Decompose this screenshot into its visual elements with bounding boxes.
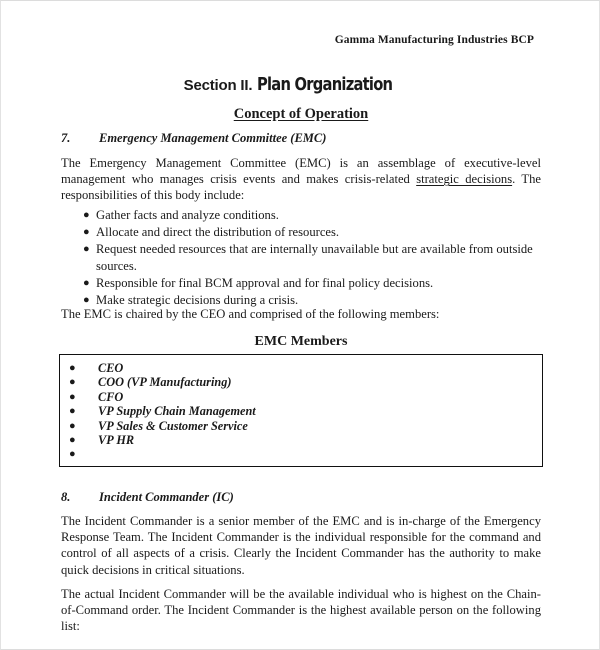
bullet-icon: ● xyxy=(83,226,90,239)
list-item: ● Allocate and direct the distribution of… xyxy=(61,224,541,240)
heading-number: 7. xyxy=(61,131,71,145)
list-item-label: Make strategic decisions during a crisis… xyxy=(96,293,299,308)
heading-emergency-management-committee: 7. Emergency Management Committee (EMC) xyxy=(61,131,541,146)
bullet-icon: ● xyxy=(69,419,76,432)
member-label: VP Supply Chain Management xyxy=(98,404,256,419)
paragraph-emc-intro: The Emergency Management Committee (EMC)… xyxy=(61,155,541,204)
subsection-title: Concept of Operation xyxy=(233,106,369,122)
member-label: CEO xyxy=(98,361,124,375)
member-label: VP HR xyxy=(98,432,135,447)
list-item-label: Gather facts and analyze conditions. xyxy=(96,208,279,222)
section-name: Plan Organization xyxy=(257,75,393,95)
list-item: ● COO (VP Manufacturing) xyxy=(60,375,542,389)
list-item: ● Responsible for final BCM approval and … xyxy=(61,275,541,291)
bullet-icon: ● xyxy=(69,405,76,418)
paragraph-incident-commander-2: The actual Incident Commander will be th… xyxy=(61,587,541,634)
bullet-icon: ● xyxy=(83,243,90,256)
emc-members-box: ● CEO ● COO (VP Manufacturing) ● CFO ● VP Su… xyxy=(59,354,543,467)
emc-members-list: ● CEO ● COO (VP Manufacturing) ● CFO ● VP Su… xyxy=(60,355,542,462)
bullet-icon: ● xyxy=(69,390,76,403)
document-page: Gamma Manufacturing Industries BCP Secti… xyxy=(0,0,600,650)
list-item-label: Allocate and direct the distribution of … xyxy=(96,225,340,240)
bullet-icon: ● xyxy=(69,433,76,446)
list-item: ● Request needed resources that are inter… xyxy=(61,241,541,273)
section-title: Section II. Plan Organization xyxy=(61,75,541,95)
list-item: ● CFO xyxy=(60,390,542,404)
list-item: ● VP Supply Chain Management xyxy=(60,404,542,418)
list-item-label: Request needed resources that are intern… xyxy=(96,242,533,273)
emc-members-title: EMC Members xyxy=(254,334,348,349)
bullet-icon: ● xyxy=(69,448,76,461)
list-item: ● VP Sales & Customer Service xyxy=(60,419,542,433)
bullet-icon: ● xyxy=(69,376,76,389)
paragraph-emc-chaired: The EMC is chaired by the CEO and compri… xyxy=(61,307,440,321)
responsibilities-list: ● Gather facts and analyze conditions. ● A… xyxy=(61,207,541,309)
bullet-icon: ● xyxy=(83,209,90,221)
running-header: Gamma Manufacturing Industries BCP xyxy=(334,34,534,46)
heading-text: Emergency Management Committee (EMC) xyxy=(99,131,327,145)
list-item-empty: ● xyxy=(60,447,542,461)
list-item: ● Gather facts and analyze conditions. xyxy=(61,207,541,223)
paragraph-incident-commander-1: The Incident Commander is a senior membe… xyxy=(61,514,541,577)
section-label: Section II. xyxy=(183,77,253,94)
strategic-decisions-link[interactable]: strategic decisions xyxy=(416,172,512,186)
heading-text: Incident Commander (IC) xyxy=(99,490,234,504)
member-label: VP Sales & Customer Service xyxy=(98,418,248,433)
list-item: ● VP HR xyxy=(60,433,542,447)
member-label: COO (VP Manufacturing) xyxy=(98,375,232,390)
heading-incident-commander: 8. Incident Commander (IC) xyxy=(61,490,541,505)
list-item: ● CEO xyxy=(60,361,542,375)
list-item-label: Responsible for final BCM approval and f… xyxy=(96,275,434,290)
bullet-icon: ● xyxy=(69,362,76,374)
heading-number: 8. xyxy=(61,490,71,504)
member-label: CFO xyxy=(98,389,124,404)
bullet-icon: ● xyxy=(83,276,90,289)
